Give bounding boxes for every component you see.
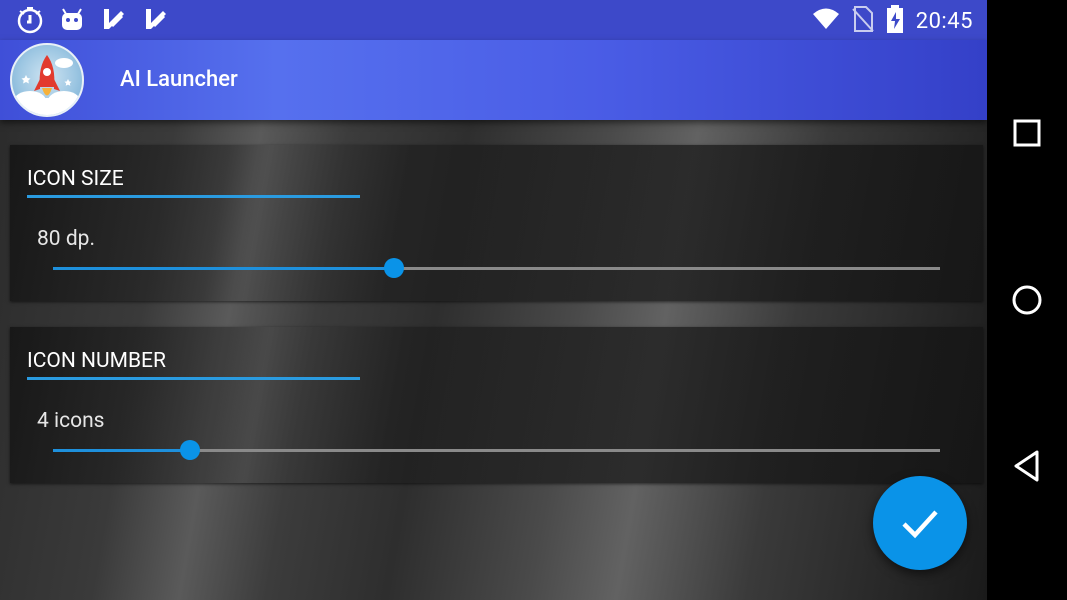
slider-thumb[interactable]: [384, 258, 405, 278]
icon-size-slider[interactable]: [53, 258, 940, 278]
recents-icon[interactable]: [1007, 113, 1047, 153]
rocket-icon[interactable]: [10, 43, 84, 117]
checkmark-app-icon: [142, 6, 170, 38]
clock-time: 20:45: [915, 8, 973, 34]
android-icon: [58, 6, 86, 38]
title-underline: [27, 195, 360, 198]
slider-fill: [53, 449, 190, 452]
wifi-icon: [812, 7, 840, 35]
icon-number-value: 4 icons: [37, 409, 105, 433]
checkmark-app-icon: [100, 6, 128, 38]
home-icon[interactable]: [1007, 280, 1047, 320]
icon-size-title: ICON SIZE: [27, 167, 124, 191]
title-underline: [27, 377, 360, 380]
system-status-icons: 20:45: [812, 5, 973, 37]
slider-thumb[interactable]: [179, 440, 200, 460]
battery-charging-icon: [886, 5, 904, 37]
timer-app-icon: [16, 6, 44, 38]
notification-icons: [16, 6, 170, 38]
icon-size-card: ICON SIZE 80 dp.: [10, 145, 983, 301]
no-sim-icon: [851, 6, 874, 36]
confirm-button[interactable]: [873, 476, 967, 570]
back-icon[interactable]: [1007, 446, 1047, 486]
app-bar: AI Launcher: [0, 40, 987, 120]
app-title: AI Launcher: [120, 67, 238, 92]
app-screen: 20:45 AI Launcher ICON SIZE 80 dp. ICON …: [0, 0, 987, 600]
slider-fill: [53, 267, 395, 270]
icon-size-value: 80 dp.: [37, 227, 95, 251]
status-bar: 20:45: [0, 0, 987, 40]
navigation-bar: [987, 0, 1067, 600]
check-icon: [902, 510, 938, 539]
icon-number-title: ICON NUMBER: [27, 349, 166, 373]
icon-number-card: ICON NUMBER 4 icons: [10, 327, 983, 483]
icon-number-slider[interactable]: [53, 440, 940, 460]
